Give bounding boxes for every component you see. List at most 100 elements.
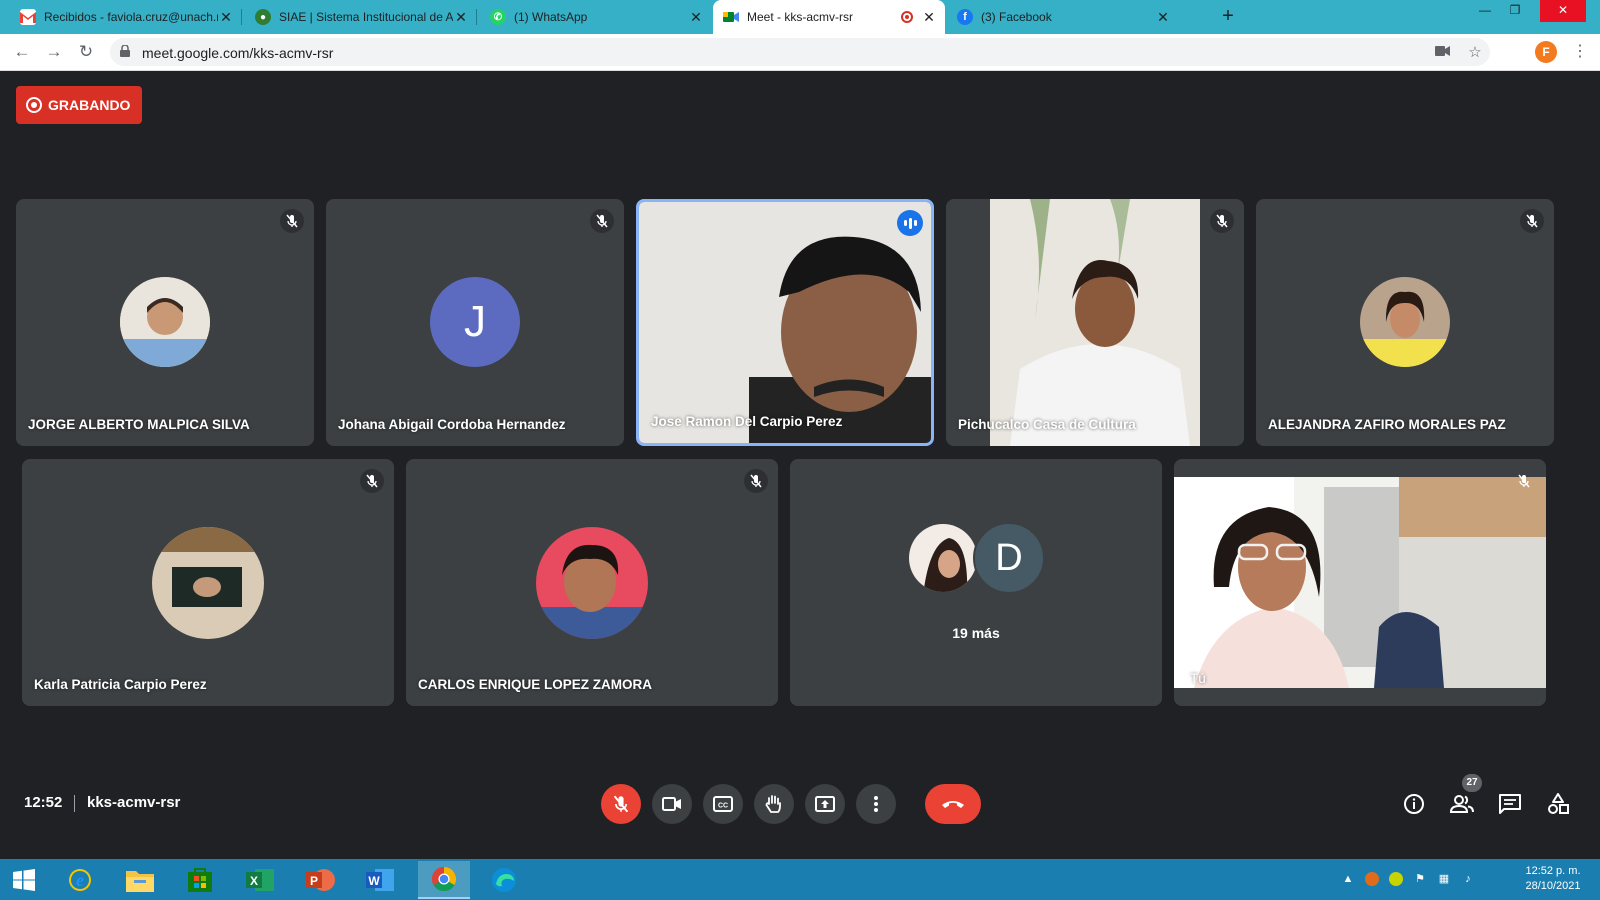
- hand-icon: [765, 795, 781, 813]
- system-time: 12:52 p. m.: [1525, 865, 1581, 877]
- leave-call-button[interactable]: [925, 784, 981, 824]
- activities-icon: [1548, 793, 1569, 814]
- tab-title: SIAE | Sistema Institucional de Ac: [279, 10, 453, 24]
- browser-tab-strip: Recibidos - faviola.cruz@unach.m ✕ ● SIA…: [0, 0, 1600, 34]
- system-clock[interactable]: 12:52 p. m. 28/10/2021: [1518, 864, 1588, 894]
- close-icon[interactable]: ✕: [1155, 9, 1171, 26]
- participant-tile[interactable]: ALEJANDRA ZAFIRO MORALES PAZ: [1256, 199, 1554, 446]
- meeting-details-button[interactable]: [1400, 790, 1428, 818]
- word-icon[interactable]: W: [356, 861, 404, 899]
- self-name: Tú: [1190, 671, 1206, 686]
- chrome-icon[interactable]: [418, 861, 470, 899]
- avatar: [907, 522, 979, 594]
- captions-button[interactable]: CC: [703, 784, 743, 824]
- camera-blocked-icon[interactable]: [1433, 43, 1453, 63]
- participant-tile[interactable]: Pichucalco Casa de Cultura: [946, 199, 1244, 446]
- participant-video: [639, 202, 931, 443]
- close-icon[interactable]: ✕: [921, 9, 937, 26]
- forward-icon[interactable]: →: [42, 40, 66, 64]
- restore-icon[interactable]: ❐: [1500, 0, 1530, 22]
- participant-tile[interactable]: JORGE ALBERTO MALPICA SILVA: [16, 199, 314, 446]
- more-participants-tile[interactable]: D 19 más: [790, 459, 1162, 706]
- close-icon[interactable]: ✕: [453, 9, 469, 26]
- minimize-icon[interactable]: —: [1470, 0, 1500, 22]
- internet-explorer-icon[interactable]: e: [56, 861, 104, 899]
- network-icon[interactable]: ▦: [1436, 871, 1452, 887]
- mic-off-icon: [744, 469, 768, 493]
- facebook-icon: f: [957, 9, 973, 25]
- file-explorer-icon[interactable]: [116, 861, 164, 899]
- participant-tile[interactable]: J Johana Abigail Cordoba Hernandez: [326, 199, 624, 446]
- raise-hand-button[interactable]: [754, 784, 794, 824]
- window-close-icon[interactable]: ✕: [1540, 0, 1586, 22]
- participants-count-badge: 27: [1462, 774, 1482, 792]
- tray-security-icon[interactable]: [1388, 871, 1404, 887]
- participant-name: Karla Patricia Carpio Perez: [34, 677, 207, 692]
- svg-text:CC: CC: [718, 803, 728, 810]
- recording-badge[interactable]: GRABANDO: [16, 86, 142, 124]
- windows-start-icon[interactable]: [0, 861, 48, 899]
- activities-button[interactable]: [1544, 790, 1572, 818]
- tab-gmail[interactable]: Recibidos - faviola.cruz@unach.m ✕: [10, 0, 242, 34]
- meet-stage: GRABANDO JORGE ALBERTO MALPICA SILVA J J…: [0, 71, 1600, 859]
- self-video: [1174, 477, 1546, 688]
- participant-tile-active-speaker[interactable]: Jose Ramon Del Carpio Perez: [636, 199, 934, 446]
- more-options-button[interactable]: [856, 784, 896, 824]
- svg-text:W: W: [368, 874, 380, 888]
- back-icon[interactable]: ←: [10, 40, 34, 64]
- tab-whatsapp[interactable]: ✆ (1) WhatsApp ✕: [480, 0, 712, 34]
- browser-toolbar: ← → ↻ meet.google.com/kks-acmv-rsr ☆ F ⋮: [0, 34, 1600, 71]
- show-hidden-icons[interactable]: ▲: [1340, 871, 1356, 887]
- meeting-clock: 12:52: [24, 794, 63, 811]
- self-tile[interactable]: Tú: [1174, 459, 1546, 706]
- tab-facebook[interactable]: f (3) Facebook ✕: [947, 0, 1179, 34]
- participant-tile[interactable]: Karla Patricia Carpio Perez: [22, 459, 394, 706]
- mic-off-icon: [613, 795, 629, 813]
- avatar: [536, 527, 648, 639]
- bookmark-star-icon[interactable]: ☆: [1465, 43, 1485, 63]
- powerpoint-icon[interactable]: P: [296, 861, 344, 899]
- divider: [74, 795, 75, 812]
- store-icon[interactable]: [176, 861, 224, 899]
- participants-button[interactable]: [1448, 790, 1476, 818]
- participant-name: ALEJANDRA ZAFIRO MORALES PAZ: [1268, 417, 1506, 432]
- chat-button[interactable]: [1496, 790, 1524, 818]
- hang-up-icon: [942, 801, 964, 808]
- mic-off-icon: [1520, 209, 1544, 233]
- participant-name: Pichucalco Casa de Cultura: [958, 417, 1136, 432]
- tray-warning-icon[interactable]: ⚑: [1412, 871, 1428, 887]
- browser-menu-icon[interactable]: ⋮: [1572, 40, 1588, 64]
- tab-meet[interactable]: Meet - kks-acmv-rsr ✕: [713, 0, 945, 34]
- tab-title: (1) WhatsApp: [514, 10, 588, 24]
- volume-icon[interactable]: ♪: [1460, 871, 1476, 887]
- excel-icon[interactable]: X: [236, 861, 284, 899]
- tab-separator: [241, 9, 242, 25]
- close-icon[interactable]: ✕: [688, 9, 704, 26]
- info-icon: [1404, 794, 1424, 814]
- more-participants-label: 19 más: [952, 625, 1000, 641]
- reload-icon[interactable]: ↻: [74, 40, 98, 64]
- close-icon[interactable]: ✕: [218, 9, 234, 26]
- tab-siae[interactable]: ● SIAE | Sistema Institucional de Ac ✕: [245, 0, 477, 34]
- new-tab-button[interactable]: +: [1216, 4, 1240, 28]
- avatar: [152, 527, 264, 639]
- camera-toggle-button[interactable]: [652, 784, 692, 824]
- speaking-indicator-icon: [897, 210, 923, 236]
- participant-tile[interactable]: CARLOS ENRIQUE LOPEZ ZAMORA: [406, 459, 778, 706]
- mic-toggle-button[interactable]: [601, 784, 641, 824]
- tab-title: (3) Facebook: [981, 10, 1052, 24]
- avatar: D: [973, 522, 1045, 594]
- profile-avatar[interactable]: F: [1535, 41, 1557, 63]
- more-vert-icon: [874, 796, 878, 812]
- tray-app-icon[interactable]: [1364, 871, 1380, 887]
- present-screen-button[interactable]: [805, 784, 845, 824]
- record-icon: [26, 97, 42, 113]
- address-bar[interactable]: meet.google.com/kks-acmv-rsr ☆: [110, 38, 1490, 66]
- recording-label: GRABANDO: [48, 97, 131, 113]
- edge-icon[interactable]: [480, 861, 528, 899]
- mic-off-icon: [1210, 209, 1234, 233]
- avatar: [120, 277, 210, 367]
- tab-separator: [476, 9, 477, 25]
- chat-icon: [1499, 794, 1521, 814]
- meeting-code: kks-acmv-rsr: [87, 794, 181, 811]
